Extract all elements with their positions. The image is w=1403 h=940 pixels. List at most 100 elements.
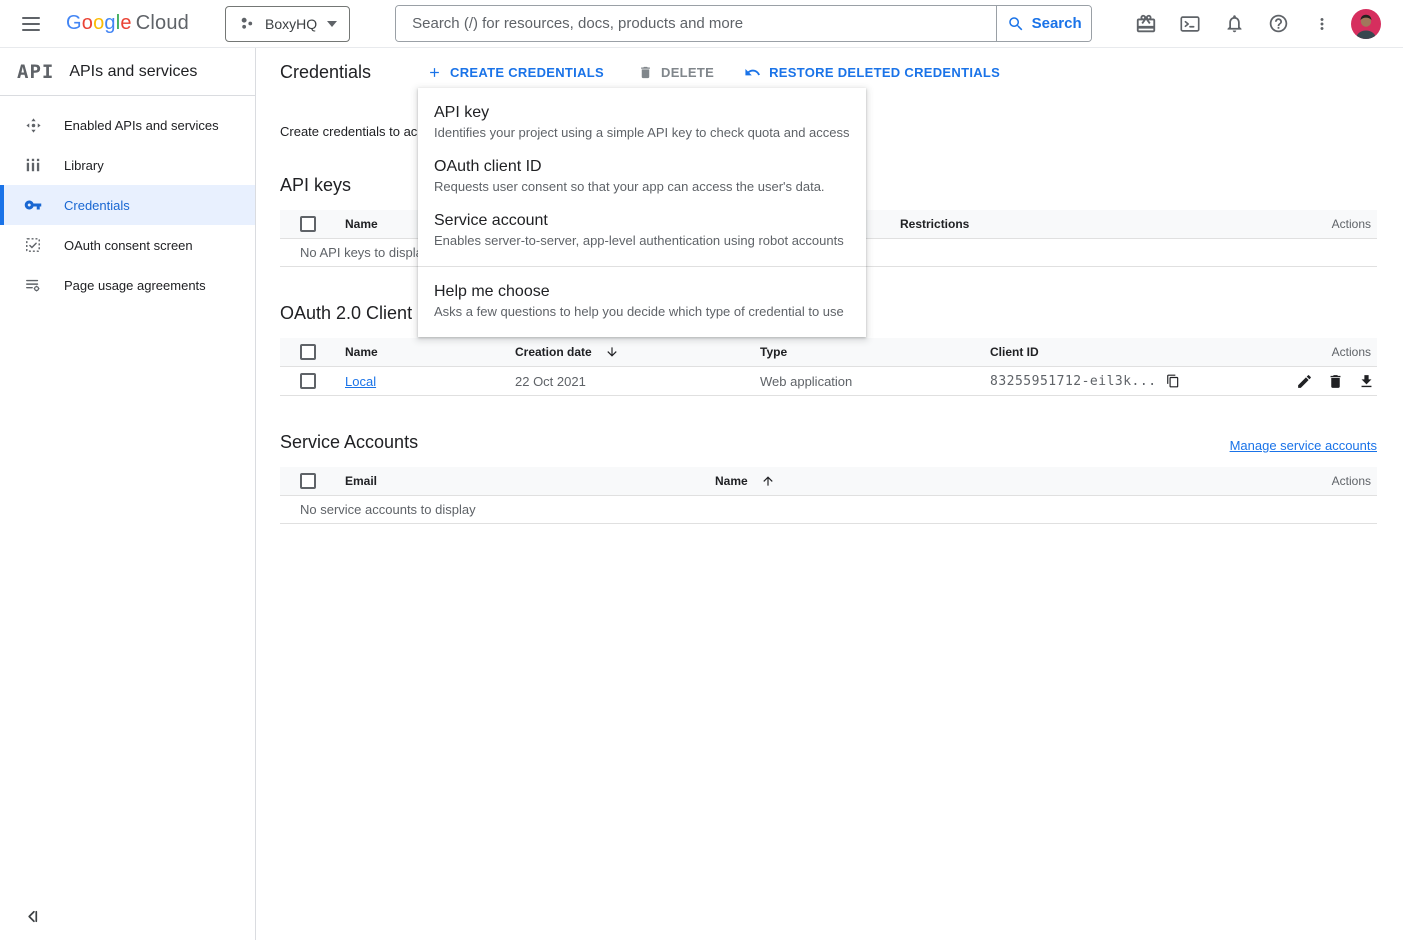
service-accounts-table: Email Name Actions No service accounts t… (280, 467, 1377, 524)
search-button[interactable]: Search (996, 6, 1091, 41)
oauth-clients-table-header: Name Creation date Type Client ID Action… (280, 338, 1377, 367)
top-app-bar: GoogleCloud BoxyHQ Search (0, 0, 1403, 48)
sidebar-item-credentials[interactable]: Credentials (0, 185, 255, 225)
avatar (1351, 9, 1381, 39)
consent-screen-icon (24, 236, 42, 254)
sidebar-item-library[interactable]: Library (0, 145, 255, 185)
cloud-shell-icon (1179, 13, 1201, 35)
select-all-checkbox[interactable] (300, 216, 316, 232)
service-accounts-section-title: Service Accounts (280, 432, 418, 453)
project-selector[interactable]: BoxyHQ (225, 6, 350, 42)
sort-descending-icon[interactable] (605, 345, 619, 359)
client-id-value: 83255951712-eil3k... (990, 374, 1157, 389)
sidebar-header: API APIs and services (0, 48, 255, 96)
sidebar-item-page-usage[interactable]: Page usage agreements (0, 265, 255, 305)
creation-date-value: 22 Oct 2021 (515, 374, 586, 389)
menu-item-oauth-client-id[interactable]: OAuth client ID Requests user consent so… (418, 150, 866, 204)
restore-label: RESTORE DELETED CREDENTIALS (769, 65, 1000, 80)
sidebar-nav: Enabled APIs and services Library Creden… (0, 96, 255, 305)
bell-icon (1224, 13, 1245, 34)
delete-label: DELETE (661, 65, 714, 80)
menu-item-api-key[interactable]: API key Identifies your project using a … (418, 96, 866, 150)
agreements-icon (24, 276, 42, 294)
sidebar: API APIs and services Enabled APIs and s… (0, 48, 256, 940)
column-header-actions: Actions (1277, 217, 1377, 231)
select-all-checkbox[interactable] (300, 344, 316, 360)
logo-letter: G (66, 12, 82, 34)
sidebar-item-enabled-apis[interactable]: Enabled APIs and services (0, 105, 255, 145)
column-header-creation-date: Creation date (515, 345, 592, 359)
menu-item-title: Service account (434, 212, 850, 230)
help-button[interactable] (1256, 2, 1300, 46)
menu-item-description: Asks a few questions to help you decide … (434, 304, 850, 319)
sidebar-item-label: OAuth consent screen (64, 238, 193, 253)
global-search-bar: Search (395, 5, 1092, 42)
delete-icon[interactable] (1327, 373, 1344, 390)
service-accounts-table-header: Email Name Actions (280, 467, 1377, 496)
account-menu-button[interactable] (1344, 2, 1388, 46)
table-row: Local 22 Oct 2021 Web application 832559… (280, 367, 1377, 396)
sort-ascending-icon[interactable] (761, 474, 775, 488)
sidebar-title: APIs and services (69, 63, 197, 81)
service-accounts-section-head: Service Accounts Manage service accounts (280, 432, 1377, 453)
column-header-restrictions: Restrictions (900, 217, 1277, 231)
service-accounts-empty-state: No service accounts to display (280, 496, 1377, 524)
google-cloud-logo[interactable]: GoogleCloud (66, 12, 189, 35)
menu-divider (418, 266, 866, 267)
cloud-shell-button[interactable] (1168, 2, 1212, 46)
column-header-email: Email (345, 474, 715, 488)
menu-item-description: Identifies your project using a simple A… (434, 125, 850, 140)
menu-item-help-me-choose[interactable]: Help me choose Asks a few questions to h… (418, 275, 866, 329)
download-icon[interactable] (1358, 373, 1375, 390)
topbar-icons (1124, 2, 1388, 46)
undo-icon (744, 64, 761, 81)
search-icon (1007, 15, 1025, 33)
row-actions (1277, 373, 1377, 390)
chevron-down-icon (327, 21, 337, 27)
hamburger-menu-icon[interactable] (22, 12, 46, 36)
column-header-name: Name (715, 474, 748, 488)
sidebar-item-label: Page usage agreements (64, 278, 206, 293)
copy-icon (1166, 374, 1180, 388)
restore-deleted-credentials-button[interactable]: RESTORE DELETED CREDENTIALS (744, 64, 1000, 81)
menu-item-service-account[interactable]: Service account Enables server-to-server… (418, 204, 866, 258)
column-header-actions: Actions (1277, 474, 1377, 488)
key-icon (24, 196, 42, 214)
api-product-logo: API (17, 61, 54, 83)
copy-client-id-button[interactable] (1166, 374, 1180, 388)
column-header-client-id: Client ID (990, 345, 1277, 359)
more-options-button[interactable] (1300, 2, 1344, 46)
sidebar-item-label: Credentials (64, 198, 130, 213)
oauth-clients-table: Name Creation date Type Client ID Action… (280, 338, 1377, 396)
dashboard-icon (24, 116, 42, 134)
page-title: Credentials (280, 62, 371, 83)
search-button-label: Search (1032, 15, 1082, 32)
search-input[interactable] (396, 6, 996, 41)
menu-item-title: API key (434, 104, 850, 122)
menu-item-description: Enables server-to-server, app-level auth… (434, 233, 850, 248)
trash-icon (638, 65, 653, 80)
collapse-sidebar-button[interactable] (24, 908, 42, 926)
edit-icon[interactable] (1296, 373, 1313, 390)
create-credentials-dropdown: API key Identifies your project using a … (418, 88, 866, 337)
column-header-type: Type (760, 345, 990, 359)
help-icon (1268, 13, 1289, 34)
column-header-name: Name (345, 345, 515, 359)
project-name: BoxyHQ (265, 16, 317, 32)
menu-item-description: Requests user consent so that your app c… (434, 179, 850, 194)
client-name-link[interactable]: Local (345, 374, 376, 389)
gift-icon (1135, 13, 1157, 35)
menu-item-title: Help me choose (434, 283, 850, 301)
notifications-button[interactable] (1212, 2, 1256, 46)
create-credentials-button[interactable]: CREATE CREDENTIALS (427, 65, 604, 80)
select-all-checkbox[interactable] (300, 473, 316, 489)
sidebar-item-label: Library (64, 158, 104, 173)
manage-service-accounts-link[interactable]: Manage service accounts (1230, 438, 1377, 453)
free-trial-gift-button[interactable] (1124, 2, 1168, 46)
sidebar-item-oauth-consent[interactable]: OAuth consent screen (0, 225, 255, 265)
row-checkbox[interactable] (300, 373, 316, 389)
plus-icon (427, 65, 442, 80)
collapse-left-icon (24, 908, 41, 925)
client-type-value: Web application (760, 374, 852, 389)
delete-button[interactable]: DELETE (638, 65, 714, 80)
